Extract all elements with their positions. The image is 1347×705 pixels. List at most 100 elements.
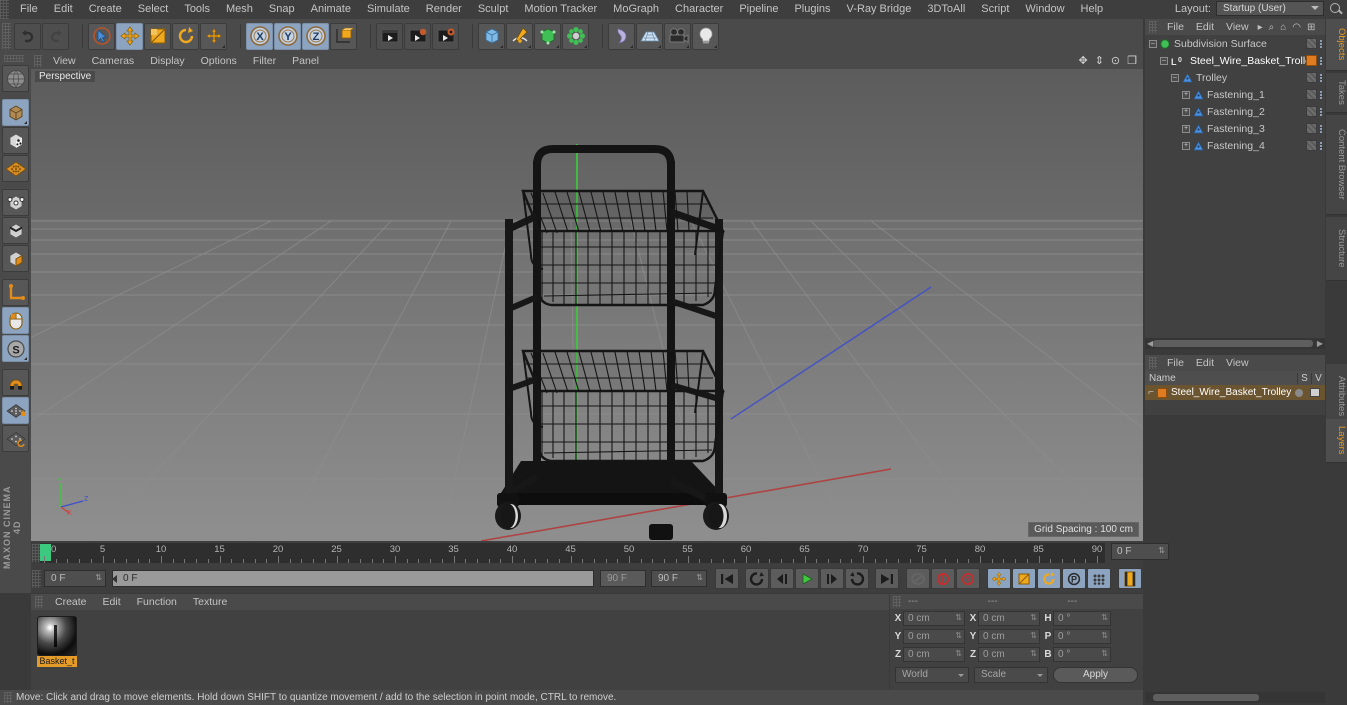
visibility-toggle-dots[interactable] — [1320, 107, 1322, 116]
transport-grip-icon[interactable] — [32, 569, 41, 588]
visibility-dots-icon[interactable] — [1306, 106, 1317, 117]
layout-icon[interactable]: ⊞ — [1307, 22, 1315, 33]
viewport-menu-display[interactable]: Display — [142, 53, 192, 69]
object-tree-row[interactable]: + Fastening_2 — [1145, 103, 1325, 120]
object-tree-row[interactable]: – Subdivision Surface — [1145, 35, 1325, 52]
live-selection-button[interactable] — [88, 22, 115, 50]
object-tree-row[interactable]: – Trolley — [1145, 69, 1325, 86]
timeline-end-field[interactable]: 0 F ⇅ — [1111, 543, 1169, 560]
object-tree[interactable]: – Subdivision Surface – L 0 Steel_Wire_Basket… — [1145, 35, 1325, 333]
left-toolbar-grip-icon[interactable] — [4, 55, 24, 62]
position-y-field[interactable]: 0 cm ⇅ — [903, 629, 965, 644]
search-icon[interactable] — [1329, 2, 1343, 16]
rotation-b-field[interactable]: 0 ° ⇅ — [1053, 647, 1111, 662]
menu-item-motion-tracker[interactable]: Motion Tracker — [516, 0, 605, 19]
stepper-icon[interactable]: ⇅ — [696, 574, 703, 582]
vertical-tab-layers[interactable]: Layers — [1326, 419, 1347, 463]
lock-z-axis-button[interactable]: Z — [302, 22, 329, 50]
soft-selection-button[interactable]: S — [2, 335, 29, 362]
workplane-mode-button[interactable] — [2, 155, 29, 182]
menu-item-window[interactable]: Window — [1017, 0, 1072, 19]
track-bar[interactable]: 0 F — [112, 570, 594, 587]
material-swatch[interactable]: Basket_t — [37, 616, 77, 668]
material-menu-create[interactable]: Create — [47, 594, 95, 610]
world-object-coordinates-button[interactable] — [330, 22, 357, 50]
viewport-menu-cameras[interactable]: Cameras — [84, 53, 143, 69]
vertical-tab-content-browser[interactable]: Content Browser — [1326, 115, 1347, 215]
add-cube-button[interactable] — [478, 22, 505, 50]
object-tree-row[interactable]: + Fastening_3 — [1145, 120, 1325, 137]
expand-toggle-icon[interactable]: + — [1182, 141, 1190, 150]
rotation-h-field[interactable]: 0 ° ⇅ — [1053, 611, 1111, 626]
menu-item-simulate[interactable]: Simulate — [359, 0, 418, 19]
menu-item-edit[interactable]: Edit — [46, 0, 81, 19]
stepper-icon[interactable]: ⇅ — [95, 574, 102, 582]
menu-item-tools[interactable]: Tools — [176, 0, 218, 19]
viewport-grip-icon[interactable] — [34, 55, 42, 67]
lock-x-axis-button[interactable]: X — [246, 22, 273, 50]
document-end-field[interactable]: 90 F ⇅ — [651, 570, 707, 587]
menu-item-mograph[interactable]: MoGraph — [605, 0, 667, 19]
menu-item-plugins[interactable]: Plugins — [786, 0, 838, 19]
material-grip-icon[interactable] — [35, 596, 43, 608]
point-level-animation-button[interactable] — [1087, 568, 1111, 589]
menu-item-select[interactable]: Select — [130, 0, 177, 19]
position-x-field[interactable]: 0 cm ⇅ — [903, 611, 965, 626]
timeline-settings-button[interactable] — [1118, 568, 1142, 589]
previous-keyframe-button[interactable] — [745, 568, 769, 589]
eye-icon[interactable]: ◠ — [1292, 22, 1301, 33]
lock-workplane-button[interactable] — [2, 397, 29, 424]
move-axis-button[interactable] — [200, 22, 227, 50]
snap-toggle-button[interactable] — [2, 425, 29, 452]
coordinates-grip-icon[interactable] — [893, 596, 901, 607]
visibility-dots-icon[interactable] — [1306, 123, 1317, 134]
menu-item-sculpt[interactable]: Sculpt — [470, 0, 517, 19]
viewport-menu-filter[interactable]: Filter — [245, 53, 284, 69]
visibility-toggle-dots[interactable] — [1320, 73, 1322, 82]
timeline-playhead[interactable] — [40, 544, 51, 561]
object-tree-row[interactable]: – L 0 Steel_Wire_Basket_Trolley — [1145, 52, 1325, 69]
vertical-tab-takes[interactable]: Takes — [1326, 73, 1347, 113]
polygon-mode-button[interactable] — [2, 245, 29, 272]
current-frame-field[interactable]: 0 F ⇅ — [44, 570, 106, 587]
size-x-field[interactable]: 0 cm ⇅ — [978, 611, 1040, 626]
menu-item-3dtoall[interactable]: 3DToAll — [919, 0, 973, 19]
texture-mode-button[interactable] — [2, 127, 29, 154]
visibility-dots-icon[interactable] — [1306, 89, 1317, 100]
stepper-icon[interactable]: ⇅ — [1158, 547, 1165, 555]
visibility-toggle-dots[interactable] — [1320, 90, 1322, 99]
vertical-tab-structure[interactable]: Structure — [1326, 217, 1347, 281]
render-region-button[interactable] — [404, 22, 431, 50]
menu-item-animate[interactable]: Animate — [303, 0, 359, 19]
visibility-toggle-icon[interactable] — [1310, 388, 1320, 397]
visibility-toggle-dots[interactable] — [1320, 124, 1322, 133]
scroll-thumb[interactable] — [1153, 694, 1259, 701]
play-button[interactable] — [795, 568, 819, 589]
menu-item-snap[interactable]: Snap — [261, 0, 303, 19]
expand-toggle-icon[interactable]: + — [1182, 107, 1190, 116]
scale-tool-button[interactable] — [144, 22, 171, 50]
scale-key-button[interactable] — [1012, 568, 1036, 589]
menu-item-create[interactable]: Create — [81, 0, 130, 19]
rotate-tool-button[interactable] — [172, 22, 199, 50]
add-light-button[interactable] — [692, 22, 719, 50]
search-icon[interactable]: ⌕ — [1269, 22, 1275, 33]
viewport-menu-options[interactable]: Options — [193, 53, 245, 69]
material-menu-edit[interactable]: Edit — [95, 594, 129, 610]
layer-row[interactable]: ⌐ Steel_Wire_Basket_Trolley — [1145, 385, 1325, 400]
zoom-icon[interactable]: ⇕ — [1095, 55, 1104, 67]
position-key-button[interactable] — [987, 568, 1011, 589]
orbit-icon[interactable]: ⊙ — [1111, 55, 1120, 67]
magnet-tool-button[interactable] — [2, 369, 29, 396]
arrow-right-icon[interactable]: ▸ — [1258, 22, 1263, 33]
autokeying-button[interactable] — [931, 568, 955, 589]
step-forward-button[interactable] — [820, 568, 844, 589]
layer-manager-menu-file[interactable]: File — [1161, 355, 1190, 371]
add-spline-button[interactable] — [506, 22, 533, 50]
model-mode-button[interactable] — [2, 99, 29, 126]
layer-manager-grip-icon[interactable] — [1149, 357, 1157, 369]
undo-button[interactable] — [14, 22, 41, 50]
layer-color-swatch[interactable] — [1157, 387, 1167, 398]
menu-item-pipeline[interactable]: Pipeline — [731, 0, 786, 19]
mograph-button[interactable] — [562, 22, 589, 50]
